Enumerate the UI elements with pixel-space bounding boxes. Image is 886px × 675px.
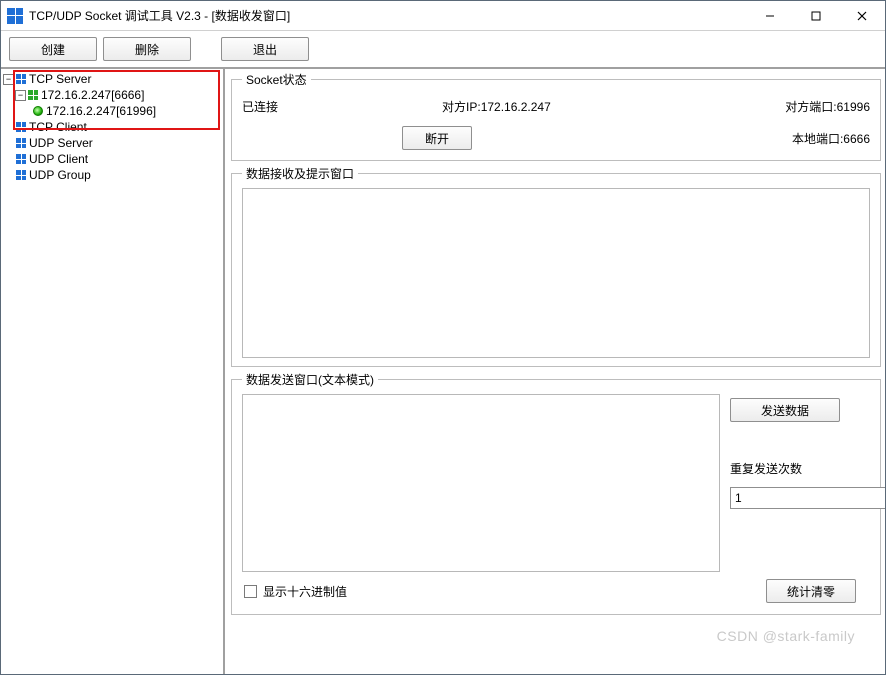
peer-ip-label: 对方IP:: [442, 100, 481, 114]
create-button[interactable]: 创建: [9, 37, 97, 61]
tree-udp-server[interactable]: UDP Server: [3, 135, 223, 151]
send-textarea[interactable]: [242, 394, 720, 572]
peer-ip-value: 172.16.2.247: [481, 100, 551, 114]
app-window: TCP/UDP Socket 调试工具 V2.3 - [数据收发窗口] 创建 删…: [0, 0, 886, 675]
peer-port-value: 61996: [837, 100, 870, 114]
show-hex-checkbox[interactable]: 显示十六进制值: [244, 583, 347, 600]
receive-textarea[interactable]: [242, 188, 870, 358]
exit-button[interactable]: 退出: [221, 37, 309, 61]
app-icon: [7, 8, 23, 24]
repeat-label: 重复发送次数: [730, 460, 802, 477]
connection-active-icon: [33, 106, 43, 116]
peer-port-label: 对方端口:: [785, 100, 836, 114]
repeat-count-input[interactable]: [730, 487, 885, 509]
close-button[interactable]: [839, 1, 885, 30]
tree-udp-group[interactable]: UDP Group: [3, 167, 223, 183]
tree-label: 172.16.2.247[61996]: [46, 104, 156, 118]
right-panel: Socket状态 已连接 对方IP:172.16.2.247 对方端口:6199…: [225, 69, 885, 674]
send-legend: 数据发送窗口(文本模式): [242, 371, 378, 388]
tree-label: TCP Server: [29, 72, 91, 86]
receive-group: 数据接收及提示窗口: [231, 165, 881, 367]
window-title: TCP/UDP Socket 调试工具 V2.3 - [数据收发窗口]: [29, 7, 747, 24]
maximize-button[interactable]: [793, 1, 839, 30]
tree-udp-client[interactable]: UDP Client: [3, 151, 223, 167]
tree-label: UDP Server: [29, 136, 93, 150]
tree-server-instance[interactable]: − 172.16.2.247[6666]: [3, 87, 223, 103]
connection-tree[interactable]: − TCP Server − 172.16.2.247[6666] 172.16…: [1, 69, 225, 674]
connection-state: 已连接: [242, 98, 442, 115]
show-hex-label: 显示十六进制值: [263, 583, 347, 600]
titlebar: TCP/UDP Socket 调试工具 V2.3 - [数据收发窗口]: [1, 1, 885, 31]
local-port: 本地端口:6666: [792, 130, 870, 147]
delete-button[interactable]: 删除: [103, 37, 191, 61]
minimize-button[interactable]: [747, 1, 793, 30]
stats-clear-button[interactable]: 统计清零: [766, 579, 856, 603]
disconnect-button[interactable]: 断开: [402, 126, 472, 150]
body: − TCP Server − 172.16.2.247[6666] 172.16…: [1, 69, 885, 674]
tree-label: 172.16.2.247[6666]: [41, 88, 144, 102]
local-port-label: 本地端口:: [792, 132, 843, 146]
socket-status-group: Socket状态 已连接 对方IP:172.16.2.247 对方端口:6199…: [231, 71, 881, 161]
tree-label: TCP Client: [29, 120, 87, 134]
checkbox-box: [244, 585, 257, 598]
tree-label: UDP Group: [29, 168, 91, 182]
status-legend: Socket状态: [242, 71, 311, 88]
send-side: 发送数据 重复发送次数: [730, 394, 870, 572]
tree-tcp-server[interactable]: − TCP Server: [3, 71, 223, 87]
window-controls: [747, 1, 885, 30]
tree-connection[interactable]: 172.16.2.247[61996]: [3, 103, 223, 119]
receive-legend: 数据接收及提示窗口: [242, 165, 358, 182]
tree-label: UDP Client: [29, 152, 88, 166]
local-port-value: 6666: [843, 132, 870, 146]
peer-port: 对方端口:61996: [785, 98, 870, 115]
tree-tcp-client[interactable]: TCP Client: [3, 119, 223, 135]
send-button[interactable]: 发送数据: [730, 398, 840, 422]
peer-ip: 对方IP:172.16.2.247: [442, 98, 785, 115]
repeat-count-combo[interactable]: [730, 487, 850, 509]
toolbar: 创建 删除 退出: [1, 31, 885, 69]
send-group: 数据发送窗口(文本模式) 发送数据 重复发送次数: [231, 371, 881, 615]
